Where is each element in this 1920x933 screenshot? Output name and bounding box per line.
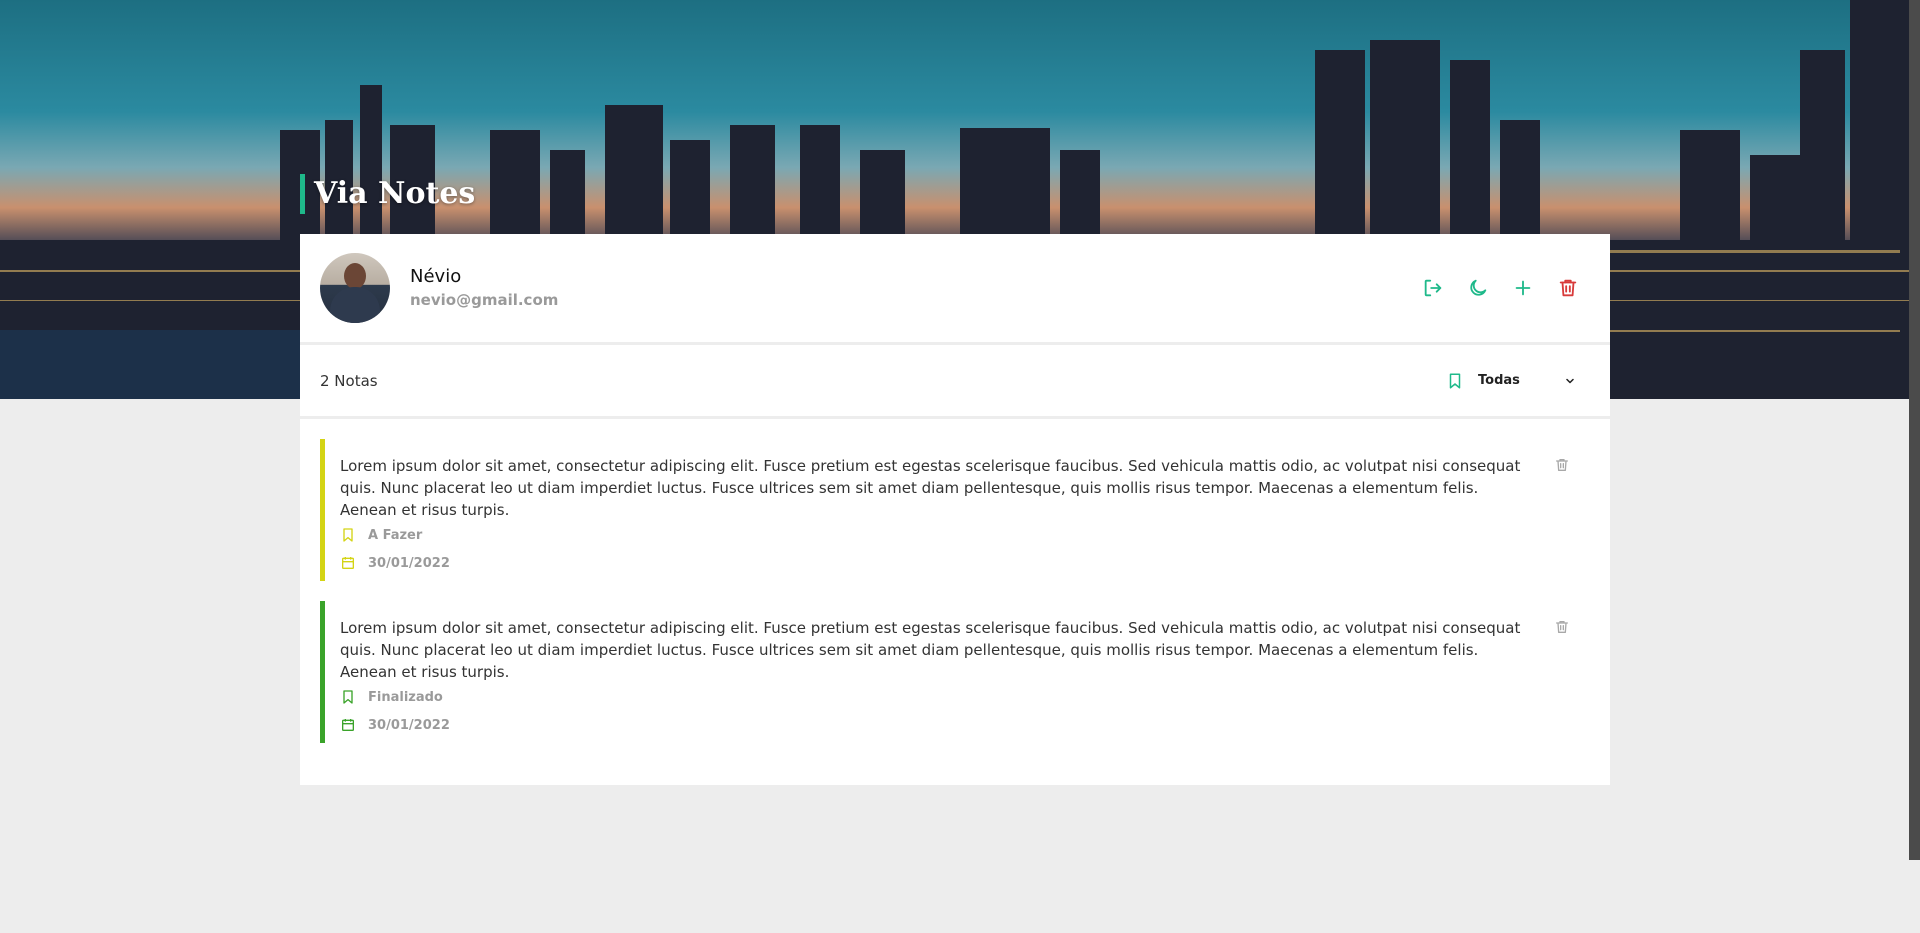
note-item[interactable]: Lorem ipsum dolor sit amet, consectetur … xyxy=(320,439,1590,581)
trash-icon xyxy=(1556,621,1568,633)
note-text: Lorem ipsum dolor sit amet, consectetur … xyxy=(340,619,1521,681)
user-info: Névio nevio@gmail.com xyxy=(410,265,558,311)
filter-label: Todas xyxy=(1478,373,1520,388)
note-item[interactable]: Lorem ipsum dolor sit amet, consectetur … xyxy=(320,601,1590,743)
note-status: A Fazer xyxy=(340,521,1530,549)
note-status-label: Finalizado xyxy=(368,689,443,705)
moon-icon xyxy=(1470,279,1487,296)
dark-mode-toggle[interactable] xyxy=(1464,274,1492,302)
delete-all-button[interactable] xyxy=(1554,274,1582,302)
note-status-label: A Fazer xyxy=(368,527,423,543)
notes-count: 2 Notas xyxy=(320,371,378,390)
header-actions xyxy=(1419,274,1590,302)
logout-button[interactable] xyxy=(1419,274,1447,302)
trash-icon xyxy=(1559,279,1577,297)
user-email: nevio@gmail.com xyxy=(410,291,559,309)
plus-icon xyxy=(1515,280,1531,296)
notes-toolbar: 2 Notas Todas xyxy=(300,345,1610,419)
chevron-down-icon xyxy=(1566,378,1574,383)
delete-note-button[interactable] xyxy=(1554,457,1570,477)
note-text: Lorem ipsum dolor sit amet, consectetur … xyxy=(340,457,1521,519)
status-filter-select[interactable]: Todas xyxy=(1446,372,1590,390)
user-profile: Névio nevio@gmail.com xyxy=(300,234,1610,345)
add-note-button[interactable] xyxy=(1509,274,1537,302)
delete-note-button[interactable] xyxy=(1554,619,1570,639)
avatar xyxy=(320,253,390,323)
scrollbar-track xyxy=(1909,860,1920,933)
calendar-icon xyxy=(342,719,354,731)
calendar-icon xyxy=(342,557,354,569)
trash-icon xyxy=(1556,459,1568,471)
note-date-label: 30/01/2022 xyxy=(368,555,450,571)
note-date-label: 30/01/2022 xyxy=(368,717,450,733)
note-date: 30/01/2022 xyxy=(340,549,1530,577)
note-status: Finalizado xyxy=(340,683,1530,711)
notes-list: Lorem ipsum dolor sit amet, consectetur … xyxy=(300,419,1610,743)
bookmark-icon xyxy=(1449,373,1461,388)
scrollbar[interactable] xyxy=(1909,0,1920,860)
notes-card: Névio nevio@gmail.com 2 Notas Todas Lore… xyxy=(300,234,1610,785)
bookmark-icon xyxy=(343,690,353,704)
logout-icon xyxy=(1424,279,1442,297)
bookmark-icon xyxy=(343,528,353,542)
note-date: 30/01/2022 xyxy=(340,711,1530,739)
app-title: Via Notes xyxy=(300,174,475,214)
user-name: Névio xyxy=(410,266,462,287)
